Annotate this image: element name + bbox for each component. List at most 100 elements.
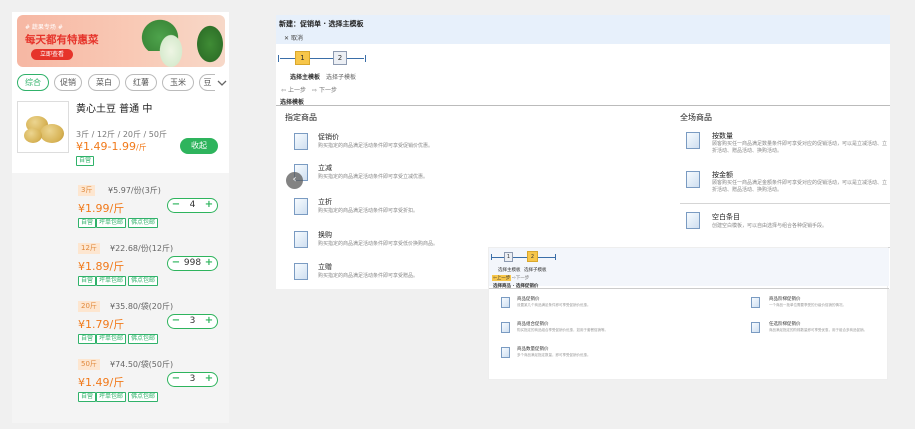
category-tab[interactable]: 玉米	[162, 74, 194, 91]
bok-choy-image	[157, 31, 185, 67]
document-icon	[498, 297, 510, 311]
category-tab[interactable]: 促销	[54, 74, 82, 91]
item-desc: 购买指定的商品满足活动条件即可享受赠品。	[318, 273, 419, 279]
product-price-range: ¥1.49-1.99/斤	[76, 140, 147, 153]
spec-unit-price: ¥74.50/袋(50斤)	[110, 360, 174, 369]
document-icon	[290, 231, 308, 251]
template-item-blank[interactable]: 空白条目 创建空白模板，可以自由选择与组合各种促销手段。	[680, 209, 890, 237]
tab-sub-template[interactable]: 选择子模板	[326, 72, 356, 81]
step-track	[280, 58, 364, 59]
minus-button[interactable]: −	[170, 257, 182, 270]
next-label: 下一步	[318, 87, 337, 94]
item-title: 立赠	[318, 263, 332, 271]
mobile-product-panel: # 蔬果专场 # 每天都有特惠菜 立即查看 综合 促销 菜白 红薯 玉米 豆 黄…	[12, 12, 229, 423]
item-title: 商品促销价	[517, 297, 540, 302]
template-item-by-amount[interactable]: 按金额 顾客购买任一商品满足金额条件即可享受对应的促销活动，可以是立减活动、立折…	[680, 168, 890, 200]
category-tab[interactable]: 红薯	[125, 74, 157, 91]
template-item-exchange[interactable]: 换购 购买指定的商品满足活动条件即可享受低价换购商品。	[288, 228, 488, 254]
quantity-value[interactable]: 998	[182, 257, 203, 270]
item-title: 立折	[318, 198, 332, 206]
service-badge: 坪单包邮	[96, 392, 127, 402]
arrow-left-icon: ⇦	[281, 87, 288, 94]
banner-view-button[interactable]: 立即查看	[31, 49, 73, 60]
spec-unit-price: ¥5.97/份(3斤)	[108, 186, 161, 195]
sub-item-quantity-price[interactable]: 商品数量促销价 多个商品满足指定数量，即可享受促销价优惠。	[497, 345, 647, 361]
document-icon	[682, 171, 700, 191]
template-item-promo-price[interactable]: 促销价 购买指定的商品满足活动条件即可享受促销价优惠。	[288, 130, 488, 156]
service-badge: 自营	[78, 334, 97, 344]
cancel-button[interactable]: ✕ 取消	[284, 33, 303, 42]
service-badge: 坪单包邮	[96, 276, 127, 286]
category-tab[interactable]: 菜白	[88, 74, 120, 91]
cancel-label: 取消	[290, 35, 303, 42]
document-icon	[290, 133, 308, 153]
quantity-value[interactable]: 3	[182, 373, 203, 386]
quantity-value[interactable]: 3	[182, 315, 203, 328]
plus-button[interactable]: +	[203, 315, 215, 328]
category-tabs: 综合 促销 菜白 红薯 玉米 豆	[17, 74, 229, 92]
quantity-stepper: − 998 +	[167, 256, 218, 271]
service-badge: 佛点包邮	[128, 218, 159, 228]
prev-button[interactable]: ⇦上一步	[492, 275, 512, 281]
prev-button[interactable]: ⇦ 上一步	[281, 85, 306, 94]
tab-main-template[interactable]: 选择主模板	[498, 267, 521, 273]
item-title: 空白条目	[712, 213, 740, 221]
service-badge: 佛点包邮	[128, 276, 159, 286]
collapse-button[interactable]: 收起	[180, 138, 218, 154]
divider	[276, 105, 890, 106]
step-2[interactable]: 2	[527, 251, 538, 262]
quantity-value[interactable]: 4	[182, 199, 203, 212]
tab-sub-template[interactable]: 选择子模板	[524, 267, 547, 273]
spec-row: 20斤 ¥35.80/袋(20斤) ¥1.79/斤 − 3 + 自营 坪单包邮 …	[12, 301, 229, 361]
promo-banner[interactable]: # 蔬果专场 # 每天都有特惠菜 立即查看	[17, 15, 225, 67]
sub-item-tiered-price[interactable]: 商品阶梯促销价 一个商品一批单位需要享受的分级价促销的情况。	[747, 295, 887, 313]
item-desc: 多个商品满足指定数量，即可享受促销价优惠。	[517, 353, 591, 357]
sub-item-combo-price[interactable]: 商品组合促销价 购买指定的商品组合享受促销价优惠，如用于套餐促销等。	[497, 320, 647, 340]
next-button[interactable]: ⇨ 下一步	[312, 85, 337, 94]
spec-unit-badge: 3斤	[78, 185, 96, 196]
tab-main-template[interactable]: 选择主模板	[290, 72, 320, 81]
item-title: 按金额	[712, 171, 733, 179]
service-badge: 佛点包邮	[128, 392, 159, 402]
track-end	[362, 55, 366, 62]
item-title: 任选阶梯促销价	[769, 322, 801, 327]
step-1[interactable]: 1	[295, 51, 310, 65]
page-title: 新建：促销单 · 选择主模板	[279, 20, 364, 28]
chevron-down-icon[interactable]	[216, 75, 228, 89]
plus-button[interactable]: +	[203, 257, 215, 270]
arrow-right-icon: ⇨	[312, 87, 319, 94]
track-end	[553, 254, 556, 260]
category-tab[interactable]: 豆	[199, 74, 215, 91]
template-item-gift[interactable]: 立赠 购买指定的商品满足活动条件即可享受赠品。	[288, 260, 488, 286]
item-desc: 设置某几个商品满足条件即可享受促销价优惠。	[517, 303, 591, 307]
price-value: ¥1.49-1.99	[76, 140, 136, 153]
spec-unit-price: ¥22.68/份(12斤)	[110, 244, 174, 253]
minus-button[interactable]: −	[170, 199, 182, 212]
minus-button[interactable]: −	[170, 315, 182, 328]
template-item-percent-off[interactable]: 立折 购买指定的商品满足活动条件即可享受折扣。	[288, 195, 488, 221]
greens-image	[195, 23, 225, 65]
sub-item-promo-price[interactable]: 商品促销价 设置某几个商品满足条件即可享受促销价优惠。	[497, 295, 647, 311]
item-desc: 购买指定的商品满足活动条件即可享受低价换购商品。	[318, 241, 439, 247]
item-title: 立减	[318, 164, 332, 172]
document-icon	[498, 347, 510, 361]
template-item-instant-discount[interactable]: 立减 购买指定的商品满足活动条件即可享受立减优惠。	[288, 161, 488, 187]
self-operated-badge: 自营	[76, 156, 95, 166]
carousel-prev-button[interactable]: ‹	[286, 172, 303, 189]
minus-button[interactable]: −	[170, 373, 182, 386]
spec-price: ¥1.99/斤	[78, 202, 125, 215]
chevron-left-icon: ‹	[292, 174, 297, 185]
sub-item-optional-tiered-price[interactable]: 任选阶梯促销价 商品满足指定的阶梯数量即可享受优惠，用于组合多商品促销。	[747, 320, 887, 340]
category-tab[interactable]: 综合	[17, 74, 49, 91]
step-1[interactable]: 1	[504, 252, 513, 262]
template-item-by-quantity[interactable]: 按数量 顾客购买任一商品满足数量条件即可享受对应的促销活动，可以是立减活动、立折…	[680, 129, 890, 161]
plus-button[interactable]: +	[203, 373, 215, 386]
next-button[interactable]: ⇨下一步	[512, 275, 529, 281]
step-2[interactable]: 2	[333, 51, 347, 65]
plus-button[interactable]: +	[203, 199, 215, 212]
spec-price: ¥1.49/斤	[78, 376, 125, 389]
sub-template-picker-window: 1 2 选择主模板 选择子模板 ⇦上一步 ⇨下一步 选择商品 · 选择促销价 商…	[488, 247, 889, 380]
product-image[interactable]	[17, 101, 69, 153]
prev-label: 上一步	[496, 276, 511, 281]
track-start	[491, 254, 494, 260]
